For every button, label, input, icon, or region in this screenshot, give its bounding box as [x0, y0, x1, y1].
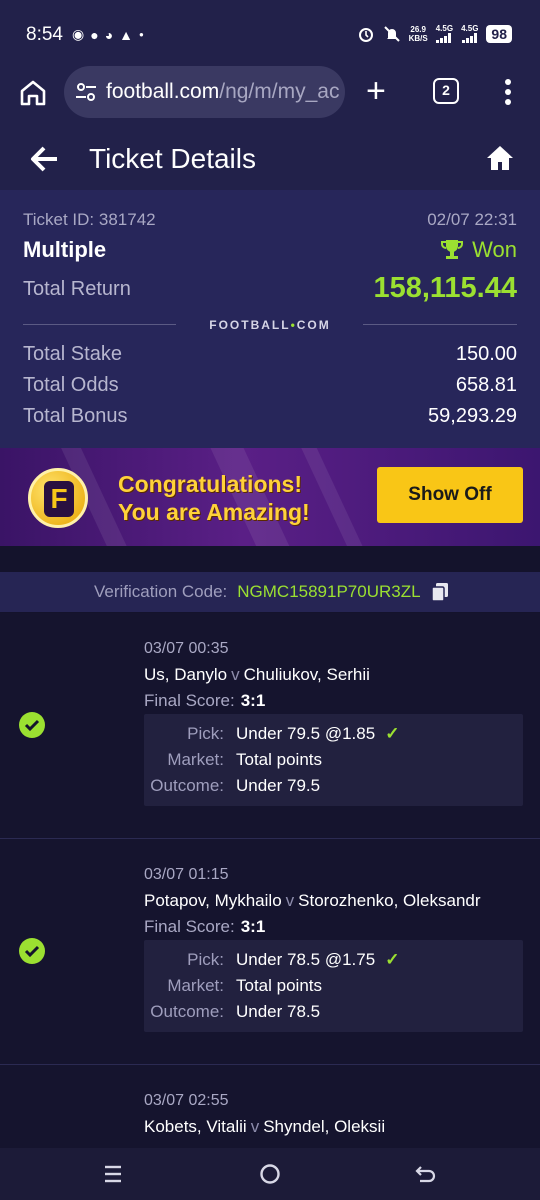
browser-menu-icon[interactable]: [500, 74, 516, 110]
brand-divider: FOOTBALL•COM: [23, 318, 517, 332]
pick-details: Pick: Under 79.5 @1.85 ✓ Market: Total poin…: [144, 714, 523, 806]
status-badge: Won: [440, 237, 517, 263]
status-time: 8:54: [26, 24, 63, 45]
battery-icon: 98: [486, 24, 512, 43]
signal-1-icon: 4.5G: [436, 24, 453, 43]
notification-icons: ◉ ● ◕ ▲ ●: [72, 26, 144, 43]
ticket-id: Ticket ID: 381742: [23, 210, 156, 229]
fire-icon: ▲: [119, 26, 134, 43]
verification-code: NGMC15891P70UR3ZL: [237, 582, 421, 601]
app-icon: ◕: [104, 26, 114, 43]
recent-apps-icon[interactable]: [103, 1164, 123, 1184]
url-bar[interactable]: football.com/ng/m/my_ac: [64, 66, 345, 118]
pick-check-icon: ✓: [385, 950, 400, 969]
page-title: Ticket Details: [89, 143, 257, 174]
promo-text: Congratulations! You are Amazing!: [118, 471, 310, 525]
site-settings-icon[interactable]: [74, 80, 98, 104]
total-return-label: Total Return: [23, 278, 131, 300]
browser-toolbar: football.com/ng/m/my_ac + 2: [0, 64, 540, 128]
snapchat-icon: ●: [90, 26, 99, 43]
market-value: Total points: [236, 976, 322, 995]
promo-logo: F: [28, 468, 88, 528]
match-teams: Us, Danylo v Chuliukov, Serhii: [144, 665, 370, 684]
verification-label: Verification Code:: [94, 582, 228, 601]
outcome-value: Under 79.5: [236, 776, 321, 795]
total-return-value: 158,115.44: [373, 272, 517, 304]
ticket-type: Multiple: [23, 237, 107, 262]
final-score: Final Score: 3:1: [144, 691, 266, 710]
status-label: Won: [472, 237, 517, 262]
selection-item: 03/07 01:15 Potapov, Mykhailo v Storozhenk…: [0, 839, 540, 1065]
alarm-icon: [358, 27, 373, 42]
match-date: 03/07 00:35: [144, 640, 229, 657]
match-teams: Kobets, Vitalii v Shyndel, Oleksii: [144, 1117, 386, 1136]
status-bar: 8:54 ◉ ● ◕ ▲ ● 26.9 KB/S 4.5G 4.5G 98: [0, 0, 540, 64]
back-nav-icon[interactable]: [415, 1163, 437, 1185]
final-score: Final Score: 3:1: [144, 917, 266, 936]
tab-switcher-button[interactable]: 2: [433, 78, 459, 104]
ticket-date: 02/07 22:31: [427, 210, 517, 229]
net-speed: 26.9 KB/S: [408, 24, 428, 43]
browser-home-icon[interactable]: [18, 78, 48, 108]
trophy-icon: [441, 240, 464, 259]
status-right: 26.9 KB/S 4.5G 4.5G 98: [357, 24, 512, 43]
won-check-icon: [19, 712, 45, 738]
pick-value: Under 79.5 @1.85: [236, 724, 376, 743]
ticket-summary: Ticket ID: 381742 02/07 22:31 Multiple W…: [0, 190, 540, 448]
copy-icon[interactable]: [430, 582, 449, 602]
outcome-value: Under 78.5: [236, 1002, 321, 1021]
app-header: Ticket Details: [0, 128, 540, 190]
football-logo: FOOTBALL•COM: [209, 318, 331, 332]
pick-check-icon: ✓: [385, 724, 400, 743]
market-value: Total points: [236, 750, 322, 769]
more-dot-icon: ●: [139, 30, 144, 39]
chat-icon: ◉: [72, 26, 85, 42]
back-arrow-icon[interactable]: [30, 144, 60, 174]
new-tab-icon[interactable]: +: [366, 74, 386, 108]
url-text: football.com/ng/m/my_ac: [106, 80, 340, 103]
pick-details: Pick: Under 78.5 @1.75 ✓ Market: Total poin…: [144, 940, 523, 1032]
promo-banner: F Congratulations! You are Amazing! Show…: [0, 448, 540, 546]
verification-bar: Verification Code: NGMC15891P70UR3ZL: [0, 572, 540, 612]
mute-icon: [383, 25, 400, 42]
match-teams: Potapov, Mykhailo v Storozhenko, Oleksandr: [144, 891, 481, 910]
system-nav-bar: [0, 1148, 540, 1200]
won-check-icon: [19, 938, 45, 964]
selection-item: 03/07 00:35 Us, Danylo v Chuliukov, Serhii…: [0, 613, 540, 839]
pick-value: Under 78.5 @1.75: [236, 950, 376, 969]
match-date: 03/07 01:15: [144, 866, 229, 883]
show-off-button[interactable]: Show Off: [377, 467, 523, 523]
selection-item: 03/07 02:55 Kobets, Vitalii v Shyndel, Ole…: [0, 1065, 540, 1148]
match-date: 03/07 02:55: [144, 1092, 229, 1109]
home-icon[interactable]: [486, 144, 514, 172]
signal-2-icon: 4.5G: [461, 24, 478, 43]
home-nav-icon[interactable]: [259, 1163, 281, 1185]
